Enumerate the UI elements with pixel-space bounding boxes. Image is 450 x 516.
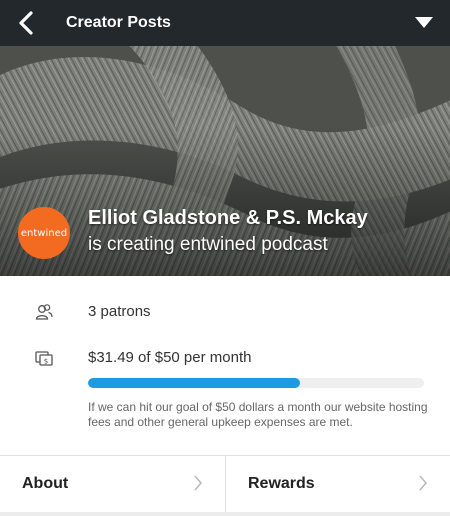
patrons-count: 3 patrons [88, 303, 151, 320]
caret-down-icon [415, 17, 433, 28]
creator-logo[interactable]: entwined [18, 207, 70, 259]
goal-amount: $31.49 of $50 per month [88, 349, 252, 366]
creator-name: Elliot Gladstone & P.S. Mckay [88, 207, 368, 229]
creator-subtitle: is creating entwined podcast [88, 234, 328, 255]
bottom-divider [0, 512, 450, 516]
chevron-right-icon [194, 475, 202, 491]
chevron-right-icon [419, 475, 427, 491]
goal-progress-bar [88, 378, 424, 388]
money-goal-icon: $ [35, 351, 53, 366]
creator-tabs: About Rewards [0, 456, 450, 512]
tab-about[interactable]: About [0, 456, 225, 512]
chevron-left-icon [19, 11, 33, 35]
goal-progress-fill [88, 378, 300, 388]
creator-logo-text: entwined [20, 227, 68, 239]
menu-dropdown-button[interactable] [398, 0, 450, 46]
top-bar: Creator Posts [0, 0, 450, 46]
page-title: Creator Posts [66, 14, 171, 31]
patrons-icon [35, 304, 53, 320]
svg-text:$: $ [44, 358, 48, 366]
tab-rewards-label: Rewards [248, 475, 315, 492]
tab-rewards[interactable]: Rewards [226, 456, 450, 512]
goal-description: If we can hit our goal of $50 dollars a … [88, 400, 428, 429]
cover-image: entwined Elliot Gladstone & P.S. Mckay i… [0, 46, 450, 276]
tab-about-label: About [22, 475, 69, 492]
back-button[interactable] [0, 0, 52, 46]
